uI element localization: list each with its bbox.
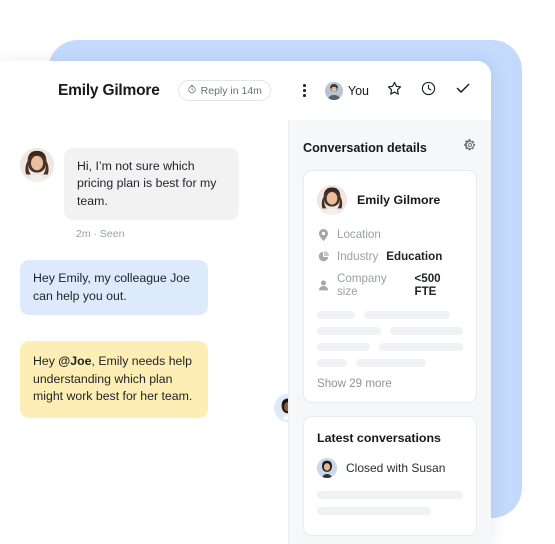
skeleton-row: [317, 507, 463, 515]
attribute-value: Education: [386, 250, 443, 263]
skeleton-bar: [317, 343, 370, 351]
screenshot-stage: Emily Gilmore Reply in 14m You Hi, I’m n…: [0, 0, 555, 544]
avatar-emily: [317, 185, 347, 215]
check-icon[interactable]: [454, 79, 472, 102]
skeleton-row: [317, 343, 463, 351]
skeleton-row: [317, 311, 463, 319]
note-bubble: Hey @Joe, Emily needs help understanding…: [20, 341, 208, 418]
details-title: Conversation details: [303, 140, 427, 155]
kebab-menu-icon[interactable]: [301, 81, 308, 100]
skeleton-bar: [378, 343, 463, 351]
person-details-card: Emily Gilmore Location Industry Educatio…: [303, 170, 477, 403]
reply-sla-badge[interactable]: Reply in 14m: [177, 80, 271, 101]
skeleton-row: [317, 359, 463, 367]
page-title: Emily Gilmore: [58, 81, 160, 99]
reply-sla-label: Reply in 14m: [200, 84, 262, 97]
location-pin-icon: [317, 228, 329, 241]
person-header: Emily Gilmore: [317, 185, 463, 215]
show-more-link[interactable]: Show 29 more: [317, 377, 463, 390]
header-actions: You: [301, 79, 472, 102]
avatar-author: [274, 393, 288, 422]
internal-note: Hey @Joe, Emily needs help understanding…: [20, 341, 288, 422]
skeleton-bar: [389, 327, 463, 335]
conversation-body: Hi, I’m not sure which pricing plan is b…: [0, 120, 491, 544]
note-text-prefix: Hey: [33, 354, 59, 369]
message-outgoing: Hey Emily, my colleague Joe can help you…: [20, 260, 268, 333]
person-name: Emily Gilmore: [357, 193, 441, 207]
message-meta: 2m · Seen: [76, 228, 125, 241]
note-mention[interactable]: @Joe: [58, 354, 91, 368]
attribute-company-size[interactable]: Company size <500 FTE: [317, 272, 463, 298]
conversation-details-panel[interactable]: Conversation details Emily Gilmore Locat…: [288, 120, 491, 544]
star-icon[interactable]: [386, 80, 403, 102]
skeleton-bar: [356, 359, 426, 367]
message-list[interactable]: Hi, I’m not sure which pricing plan is b…: [0, 120, 288, 544]
message-bubble: Hey Emily, my colleague Joe can help you…: [20, 260, 208, 316]
pie-chart-icon: [317, 251, 329, 262]
latest-conversations-skeletons: [317, 491, 463, 515]
attribute-key: Company size: [337, 272, 387, 298]
attribute-location[interactable]: Location: [317, 228, 463, 241]
skeleton-bar: [317, 311, 355, 319]
clock-icon[interactable]: [420, 80, 437, 102]
details-header: Conversation details: [303, 138, 477, 157]
skeleton-bar: [364, 311, 450, 319]
skeleton-bar: [317, 359, 347, 367]
assignee-label: You: [347, 83, 369, 98]
latest-conversations-card: Latest conversations Closed with Susan: [303, 416, 477, 536]
attribute-value: <500 FTE: [414, 272, 441, 298]
inbox-app-window: Emily Gilmore Reply in 14m You Hi, I’m n…: [0, 61, 491, 544]
attribute-skeleton-list: [317, 311, 463, 367]
skeleton-row: [317, 327, 463, 335]
latest-conversations-title: Latest conversations: [317, 431, 441, 445]
conversation-header: Emily Gilmore Reply in 14m You: [0, 61, 491, 120]
person-icon: [317, 280, 329, 291]
attribute-industry[interactable]: Industry Education: [317, 250, 463, 263]
skeleton-bar: [317, 327, 381, 335]
avatar-you: [324, 81, 343, 100]
skeleton-bar: [317, 491, 463, 499]
list-item[interactable]: Closed with Susan: [317, 458, 463, 478]
avatar-susan: [317, 458, 337, 478]
message-incoming: Hi, I’m not sure which pricing plan is b…: [20, 148, 268, 221]
message-bubble: Hi, I’m not sure which pricing plan is b…: [64, 148, 239, 221]
skeleton-bar: [317, 507, 431, 515]
list-item-label: Closed with Susan: [346, 461, 446, 475]
assignee-chip[interactable]: You: [324, 81, 369, 100]
skeleton-row: [317, 491, 463, 499]
attribute-key: Location: [337, 228, 381, 241]
attribute-key: Industry: [337, 250, 379, 263]
avatar-emily: [20, 148, 54, 182]
gear-icon[interactable]: [463, 138, 477, 157]
stopwatch-icon: [187, 84, 197, 97]
